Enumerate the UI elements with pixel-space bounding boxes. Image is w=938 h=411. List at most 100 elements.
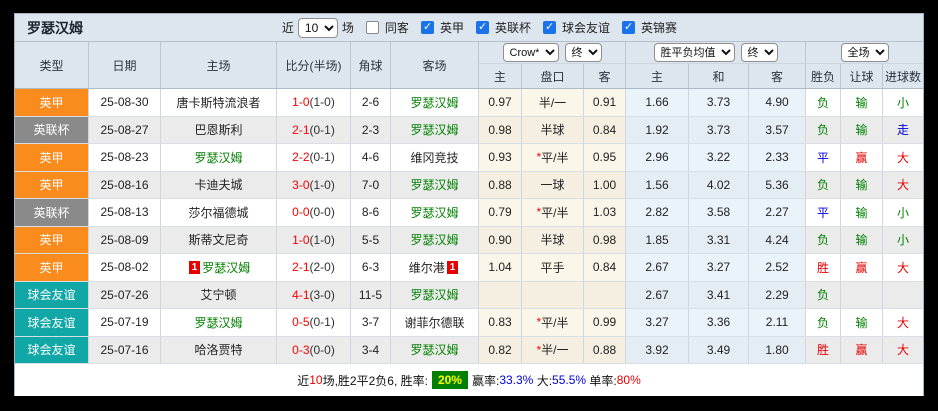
home-team-name: 罗瑟汉姆 bbox=[202, 260, 251, 275]
ah-line-cell: 半/一 bbox=[522, 89, 584, 116]
result-wdl: 平 bbox=[806, 199, 841, 226]
result-handicap: 输 bbox=[841, 171, 883, 198]
result-handicap: 输 bbox=[841, 226, 883, 253]
league-badge: 英甲 bbox=[15, 226, 89, 253]
ah-line-cell: 一球 bbox=[522, 171, 584, 198]
single-rate-label: 单率: bbox=[586, 373, 617, 388]
result-handicap: 输 bbox=[841, 199, 883, 226]
ah-home-odds: 0.98 bbox=[479, 116, 522, 143]
league-one-checkbox[interactable] bbox=[420, 21, 434, 34]
away-team-name: 罗瑟汉姆 bbox=[410, 233, 459, 248]
ah-line-text: 半/一 bbox=[541, 343, 569, 358]
top-filter-bar: 罗瑟汉姆 近 10 场 同客 英甲 英联杯 球会友谊 英锦赛 bbox=[15, 14, 923, 42]
away-team-cell: 罗瑟汉姆 bbox=[391, 171, 479, 198]
fulltime-score: 2-1 bbox=[292, 122, 310, 137]
eu-draw-odds: 3.31 bbox=[689, 226, 749, 253]
result-handicap: 赢 bbox=[841, 144, 883, 171]
league-cup-label: 英联杯 bbox=[494, 21, 531, 35]
filters: 近 10 场 同客 英甲 英联杯 球会友谊 英锦赛 bbox=[281, 17, 677, 38]
col-handicap: 让球 bbox=[841, 64, 883, 88]
ah-away-odds: 0.84 bbox=[584, 116, 626, 143]
corner-count: 2-3 bbox=[351, 116, 391, 143]
col-corner: 角球 bbox=[351, 42, 391, 88]
handicap-rate-label: 赢率: bbox=[471, 373, 500, 388]
result-wdl: 负 bbox=[806, 226, 841, 253]
ah-line-cell: * 半/一 bbox=[522, 336, 584, 363]
away-team-name: 罗瑟汉姆 bbox=[410, 205, 459, 220]
eu-draw-odds: 3.49 bbox=[689, 336, 749, 363]
corner-count: 3-7 bbox=[351, 309, 391, 336]
league-badge: 球会友谊 bbox=[15, 309, 89, 336]
eu-away-odds: 4.24 bbox=[749, 226, 806, 253]
bookmaker-stage-select[interactable]: 终 bbox=[564, 43, 602, 62]
table-row: 球会友谊 25-07-26 艾宁顿 4-1 (3-0) 11-5 罗瑟汉姆 2.6… bbox=[15, 281, 923, 309]
ah-home-odds: 0.90 bbox=[479, 226, 522, 253]
away-team-name: 罗瑟汉姆 bbox=[410, 178, 459, 193]
ah-away-odds: 1.00 bbox=[584, 171, 626, 198]
league-badge: 英甲 bbox=[15, 171, 89, 198]
friendly-label: 球会友谊 bbox=[561, 21, 610, 35]
home-team-name: 斯蒂文尼奇 bbox=[188, 233, 249, 248]
league-badge: 球会友谊 bbox=[15, 336, 89, 363]
eu-home-odds: 1.56 bbox=[626, 171, 689, 198]
match-date: 25-08-30 bbox=[89, 89, 161, 116]
result-goals: 大 bbox=[883, 309, 923, 336]
col-goals: 进球数 bbox=[884, 69, 921, 84]
home-team-cell: 艾宁顿 bbox=[161, 281, 277, 308]
home-team-cell: 唐卡斯特流浪者 bbox=[161, 89, 277, 116]
big-rate-value: 55.5% bbox=[552, 373, 587, 387]
away-team-name: 罗瑟汉姆 bbox=[410, 343, 459, 358]
ah-away-odds bbox=[584, 281, 626, 308]
eu-away-odds: 1.80 bbox=[749, 336, 806, 363]
league-one-label: 英甲 bbox=[439, 21, 464, 35]
league-cup-checkbox[interactable] bbox=[475, 21, 489, 34]
result-goals: 走 bbox=[883, 116, 923, 143]
ah-away-odds: 0.95 bbox=[584, 144, 626, 171]
near-label: 近 bbox=[281, 21, 294, 35]
ah-line-text: 一球 bbox=[540, 178, 565, 193]
eu-home-odds: 2.67 bbox=[626, 254, 689, 281]
eu-away-odds: 2.52 bbox=[749, 254, 806, 281]
same-away-checkbox[interactable] bbox=[365, 21, 379, 34]
result-wdl: 负 bbox=[806, 116, 841, 143]
home-team-name: 卡迪夫城 bbox=[194, 178, 243, 193]
home-team-name: 唐卡斯特流浪者 bbox=[176, 95, 261, 110]
matches-count-select[interactable]: 10 bbox=[297, 17, 338, 38]
col-date: 日期 bbox=[89, 42, 161, 88]
fulltime-score: 0-5 bbox=[292, 315, 310, 330]
ah-away-odds: 0.91 bbox=[584, 89, 626, 116]
away-team-name: 罗瑟汉姆 bbox=[410, 288, 459, 303]
table-row: 英甲 25-08-09 斯蒂文尼奇 1-0 (1-0) 5-5 罗瑟汉姆 0.90… bbox=[15, 226, 923, 254]
eu-draw-odds: 3.22 bbox=[689, 144, 749, 171]
col-ah-line: 盘口 bbox=[522, 64, 584, 88]
ah-line-cell: 平手 bbox=[522, 254, 584, 281]
home-team-name: 巴恩斯利 bbox=[194, 123, 243, 138]
eu-draw-odds: 3.27 bbox=[689, 254, 749, 281]
table-row: 英甲 25-08-02 1 罗瑟汉姆 2-1 (2-0) 6-3 维尔港 1 1.… bbox=[15, 254, 923, 282]
home-team-name: 莎尔福德城 bbox=[188, 205, 249, 220]
summary-near-label: 近 bbox=[297, 373, 310, 388]
eu-home-odds: 2.82 bbox=[626, 199, 689, 226]
scope-select[interactable]: 全场 bbox=[840, 43, 889, 62]
result-goals: 大 bbox=[883, 254, 923, 281]
eu-away-odds: 2.29 bbox=[749, 281, 806, 308]
away-team-name: 罗瑟汉姆 bbox=[410, 95, 459, 110]
away-team-name: 维冈竞技 bbox=[410, 150, 459, 165]
bookmaker-select[interactable]: Crow* bbox=[502, 43, 559, 62]
ah-line-text: 平/半 bbox=[541, 150, 569, 165]
ah-line-text: 半球 bbox=[540, 233, 565, 248]
summary-record: 场,胜2平2负6, 胜率: bbox=[322, 373, 428, 388]
league-badge: 英联杯 bbox=[15, 199, 89, 226]
euro-stage-select[interactable]: 终 bbox=[740, 43, 778, 62]
table-row: 英联杯 25-08-13 莎尔福德城 0-0 (0-0) 8-6 罗瑟汉姆 0.7… bbox=[15, 199, 923, 227]
euro-odds-select[interactable]: 胜平负均值 bbox=[653, 43, 735, 62]
scope-select-group: 全场 bbox=[806, 42, 923, 64]
halftime-score: (0-1) bbox=[309, 122, 335, 137]
away-team-cell: 罗瑟汉姆 bbox=[391, 226, 479, 253]
friendly-checkbox[interactable] bbox=[542, 21, 556, 34]
away-team-cell: 维冈竞技 bbox=[391, 144, 479, 171]
ah-line-text: 平/半 bbox=[541, 315, 569, 330]
trophy-checkbox[interactable] bbox=[621, 21, 635, 34]
single-rate-value: 80% bbox=[616, 373, 641, 387]
eu-away-odds: 2.11 bbox=[749, 309, 806, 336]
